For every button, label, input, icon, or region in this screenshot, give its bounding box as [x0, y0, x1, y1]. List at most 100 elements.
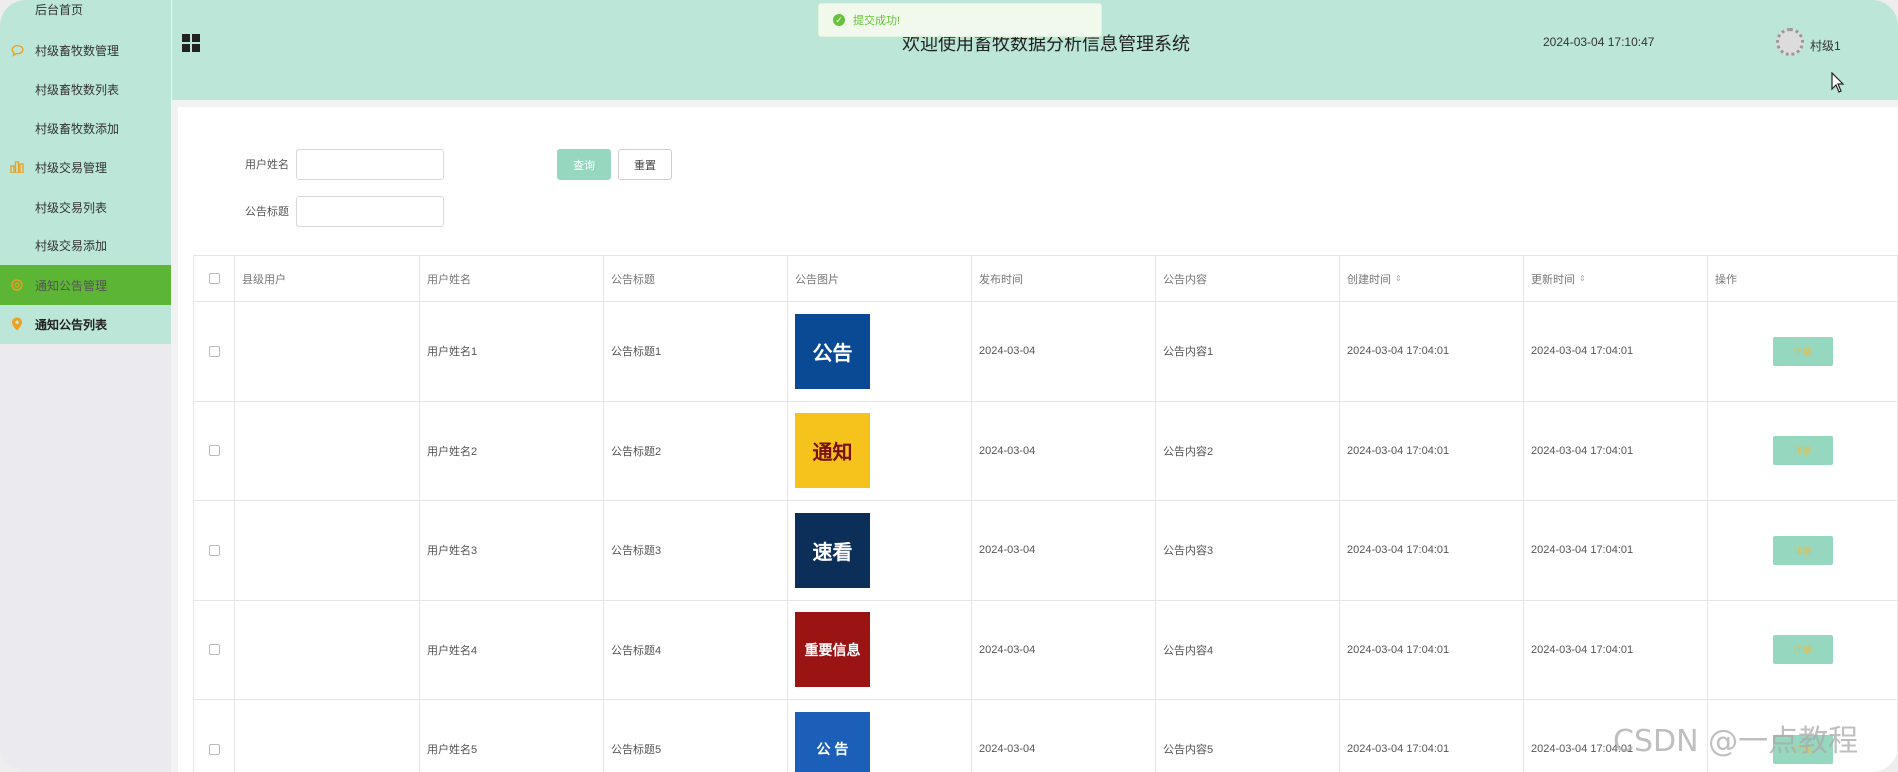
row-checkbox[interactable]	[208, 544, 220, 556]
sidebar-item-label: 通知公告列表	[35, 317, 108, 332]
sidebar-item-livestock-add[interactable]: 村级畜牧数添加	[0, 109, 171, 147]
sidebar-item-trade-management[interactable]: 村级交易管理	[0, 148, 171, 186]
detail-button[interactable]: 详情	[1772, 436, 1833, 466]
sidebar-menu: 后台首页 村级畜牧数管理 村级畜牧数列表 村级畜牧数添加 村级交易管理 村级交易…	[0, 0, 171, 344]
image-cell: 速看	[788, 501, 972, 600]
watermark: CSDN @一点教程	[1613, 724, 1859, 759]
county-user-cell	[235, 600, 420, 699]
column-header: 公告内容	[1156, 256, 1340, 301]
reset-button[interactable]: 重置	[618, 149, 672, 180]
username-label: 用户姓名	[245, 159, 289, 171]
notice-image: 速看	[795, 512, 870, 588]
select-all-cell	[194, 256, 235, 301]
sidebar-item-label: 村级畜牧数列表	[35, 82, 120, 97]
image-cell: 重要信息	[788, 600, 972, 699]
row-select-cell	[194, 600, 235, 699]
detail-button[interactable]: 详情	[1772, 535, 1833, 565]
row-select-cell	[194, 302, 235, 401]
bar-chart-icon	[9, 159, 25, 175]
username-cell: 用户姓名3	[420, 501, 604, 600]
created-time-cell: 2024-03-04 17:04:01	[1340, 302, 1524, 401]
detail-button[interactable]: 详情	[1772, 635, 1833, 665]
column-header-label: 更新时间	[1531, 273, 1575, 286]
column-header: 县级用户	[235, 256, 420, 301]
action-cell: 详情	[1708, 501, 1898, 600]
table-body: 用户姓名1 公告标题1 公告 2024-03-04 公告内容1 2024-03-…	[194, 302, 1898, 772]
image-cell: 通知	[788, 401, 972, 500]
title-search-input[interactable]	[296, 196, 444, 227]
title-label: 公告标题	[245, 206, 289, 218]
row-select-cell	[194, 700, 235, 772]
row-checkbox[interactable]	[208, 743, 220, 755]
column-header: 公告标题	[604, 256, 788, 301]
column-header-sortable[interactable]: 创建时间 ⇕	[1340, 256, 1524, 301]
detail-button[interactable]: 详情	[1772, 336, 1833, 366]
sidebar-item-label: 村级交易管理	[35, 160, 108, 175]
row-checkbox[interactable]	[208, 445, 220, 457]
title-cell: 公告标题1	[604, 302, 788, 401]
notice-image: 重要信息	[795, 612, 870, 688]
notice-image: 公告	[795, 313, 870, 389]
sidebar-item-trade-list[interactable]: 村级交易列表	[0, 188, 171, 226]
sidebar: 后台首页 村级畜牧数管理 村级畜牧数列表 村级畜牧数添加 村级交易管理 村级交易…	[0, 0, 171, 772]
action-cell: 详情	[1708, 600, 1898, 699]
table-row: 用户姓名2 公告标题2 通知 2024-03-04 公告内容2 2024-03-…	[194, 401, 1898, 501]
content-cell: 公告内容4	[1156, 600, 1340, 699]
sidebar-item-label: 通知公告管理	[35, 278, 108, 293]
sidebar-item-label: 村级畜牧数添加	[35, 121, 120, 136]
query-button[interactable]: 查询	[557, 149, 611, 180]
username-cell: 用户姓名5	[420, 700, 604, 772]
username-cell: 用户姓名1	[420, 302, 604, 401]
row-checkbox[interactable]	[208, 345, 220, 357]
column-header-sortable[interactable]: 更新时间 ⇕	[1524, 256, 1708, 301]
updated-time-cell: 2024-03-04 17:04:01	[1524, 401, 1708, 500]
username-cell: 用户姓名2	[420, 401, 604, 500]
table-header-row: 县级用户 用户姓名 公告标题 公告图片 发布时间 公告内容 创建时间 ⇕ 更新时间…	[194, 256, 1898, 302]
user-name[interactable]: 村级1	[1810, 37, 1841, 54]
select-all-checkbox[interactable]	[208, 273, 220, 284]
sidebar-item-home[interactable]: 后台首页	[0, 0, 171, 28]
column-header: 操作	[1708, 256, 1898, 301]
action-cell: 详情	[1708, 401, 1898, 500]
notice-table: 县级用户 用户姓名 公告标题 公告图片 发布时间 公告内容 创建时间 ⇕ 更新时间…	[193, 255, 1898, 772]
content-cell: 公告内容2	[1156, 401, 1340, 500]
sidebar-item-livestock-list[interactable]: 村级畜牧数列表	[0, 70, 171, 108]
sidebar-item-label: 后台首页	[35, 2, 84, 17]
publish-date-cell: 2024-03-04	[972, 600, 1156, 699]
username-search-input[interactable]	[296, 149, 444, 180]
content-cell: 公告内容1	[1156, 302, 1340, 401]
sidebar-item-notice-management[interactable]: 通知公告管理	[0, 265, 171, 305]
row-checkbox[interactable]	[208, 644, 220, 656]
avatar[interactable]	[1776, 28, 1804, 56]
check-circle-icon: ✓	[833, 14, 845, 26]
created-time-cell: 2024-03-04 17:04:01	[1340, 501, 1524, 600]
table-row: 用户姓名4 公告标题4 重要信息 2024-03-04 公告内容4 2024-0…	[194, 600, 1898, 700]
main-panel: 用户姓名 公告标题 查询 重置 县级用户 用户姓名 公告标题 公告图片 发布时间…	[178, 107, 1898, 772]
publish-date-cell: 2024-03-04	[972, 501, 1156, 600]
toast-message: 提交成功!	[853, 15, 901, 27]
sidebar-item-label: 村级交易列表	[35, 200, 108, 215]
title-cell: 公告标题4	[604, 600, 788, 699]
content-cell: 公告内容5	[1156, 700, 1340, 772]
county-user-cell	[235, 700, 420, 772]
created-time-cell: 2024-03-04 17:04:01	[1340, 600, 1524, 699]
sort-icon[interactable]: ⇕	[1579, 274, 1586, 283]
county-user-cell	[235, 401, 420, 500]
notice-image: 通知	[795, 413, 870, 489]
table-row: 用户姓名1 公告标题1 公告 2024-03-04 公告内容1 2024-03-…	[194, 302, 1898, 402]
column-header: 用户姓名	[420, 256, 604, 301]
column-header-label: 创建时间	[1347, 273, 1391, 286]
menu-toggle-grid-icon[interactable]	[182, 34, 200, 52]
app-window: 后台首页 村级畜牧数管理 村级畜牧数列表 村级畜牧数添加 村级交易管理 村级交易…	[0, 0, 1898, 772]
county-user-cell	[235, 302, 420, 401]
publish-date-cell: 2024-03-04	[972, 700, 1156, 772]
sort-icon[interactable]: ⇕	[1395, 274, 1402, 283]
sidebar-item-notice-list[interactable]: 通知公告列表	[0, 305, 171, 343]
gear-icon	[9, 277, 25, 293]
publish-date-cell: 2024-03-04	[972, 302, 1156, 401]
row-select-cell	[194, 401, 235, 500]
sidebar-item-trade-add[interactable]: 村级交易添加	[0, 226, 171, 264]
created-time-cell: 2024-03-04 17:04:01	[1340, 401, 1524, 500]
sidebar-item-livestock-management[interactable]: 村级畜牧数管理	[0, 31, 171, 69]
content-cell: 公告内容3	[1156, 501, 1340, 600]
